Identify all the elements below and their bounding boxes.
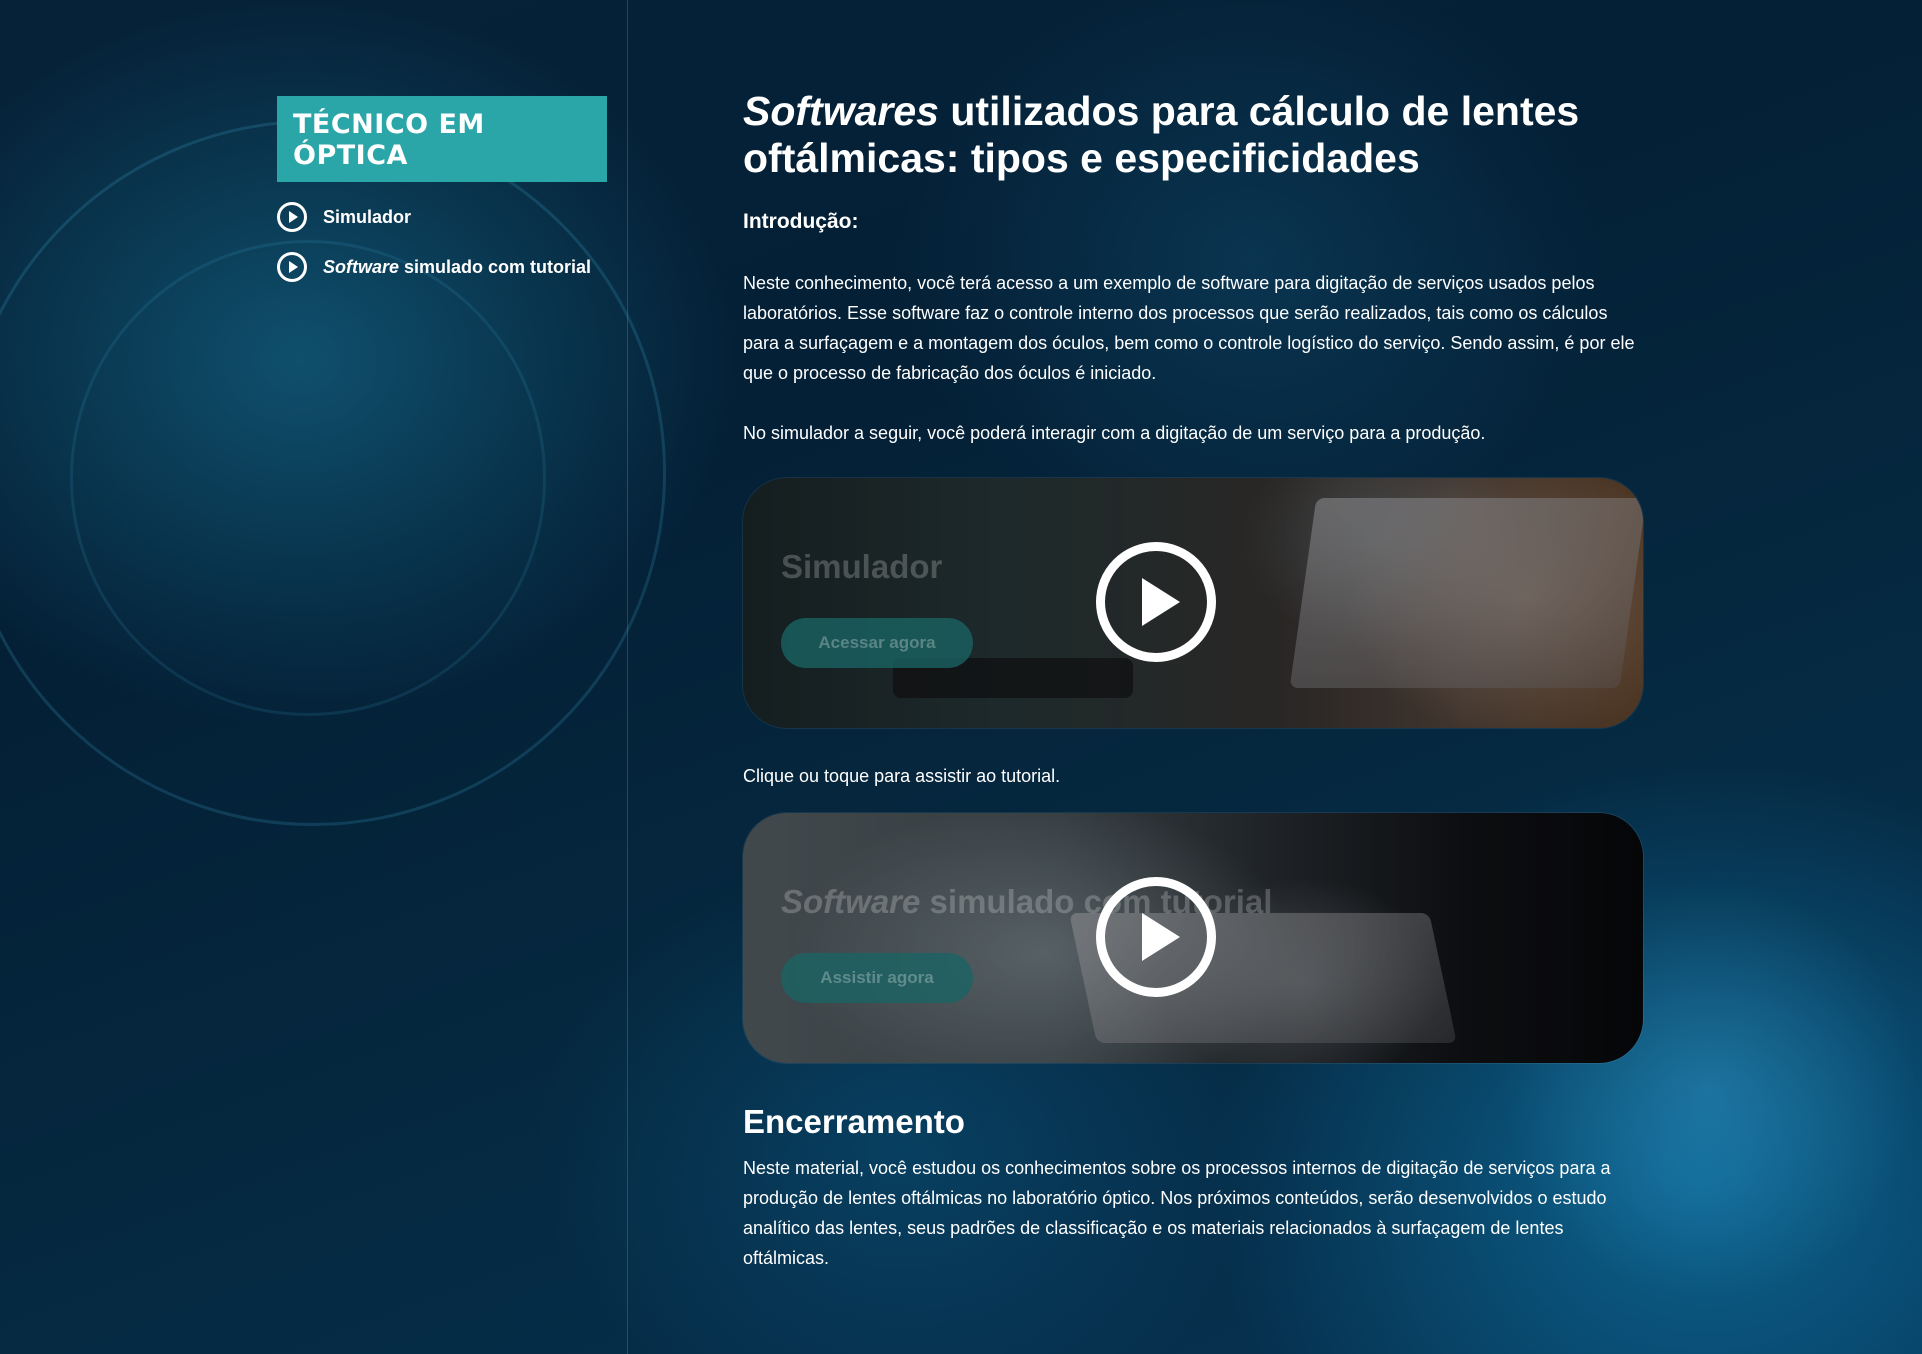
page: TÉCNICO EM ÓPTICA Simulador Software sim… [0,0,1922,1354]
sidebar-item-label-em: Software [323,256,400,277]
column-divider [627,0,628,1354]
intro-paragraph-simulator: No simulador a seguir, você poderá inter… [743,423,1486,443]
play-circle-icon [277,252,307,282]
play-circle-icon[interactable] [1096,542,1216,662]
page-title-em: Softwares [743,88,939,134]
simulator-card-title: Simulador [781,548,943,585]
page-title: Softwares utilizados para cálculo de len… [743,88,1648,182]
access-now-button[interactable]: Acessar agora [781,618,973,668]
main-content: Softwares utilizados para cálculo de len… [743,88,1648,1273]
watch-now-button[interactable]: Assistir agora [781,953,973,1003]
play-circle-icon [277,202,307,232]
tutorial-card-title-em: Software [781,883,921,920]
closing-paragraph: Neste material, você estudou os conhecim… [743,1158,1611,1268]
sidebar-item-label-rest: simulado com tutorial [399,256,592,277]
tutorial-caption: Clique ou toque para assistir ao tutoria… [743,766,1061,786]
play-circle-icon[interactable] [1096,877,1216,997]
sidebar-item-software-tutorial[interactable]: Software simulado com tutorial [277,252,607,282]
intro-paragraph: Neste conhecimento, você terá acesso a u… [743,273,1635,383]
background-ring-decoration [70,240,546,716]
course-brand-label: TÉCNICO EM ÓPTICA [277,96,607,182]
simulator-card[interactable]: Simulador Acessar agora [743,478,1643,728]
sidebar-item-label: Software simulado com tutorial [323,257,591,278]
tutorial-card[interactable]: Software simulado com tutorial Assistir … [743,813,1643,1063]
intro-heading: Introdução: [743,210,859,233]
sidebar: TÉCNICO EM ÓPTICA Simulador Software sim… [277,96,607,282]
closing-heading: Encerramento [743,1103,965,1140]
sidebar-item-label: Simulador [323,206,412,227]
tutorial-card-title-rest: simulado com tutorial [920,883,1273,920]
sidebar-item-simulador[interactable]: Simulador [277,202,607,232]
